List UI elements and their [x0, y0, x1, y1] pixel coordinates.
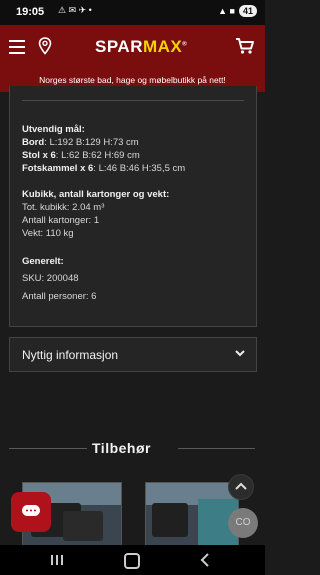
logo-trademark: ® [182, 41, 188, 48]
spec-weight: Vekt: 110 kg [22, 228, 74, 239]
scroll-to-top-button[interactable] [228, 474, 254, 500]
spec-volume: Tot. kubikk: 2.04 m³ [22, 202, 105, 213]
heading-line-right [178, 448, 255, 449]
recent-apps-icon[interactable] [51, 555, 65, 565]
spec-row-table: Bord: L:192 B:129 H:73 cm [22, 137, 139, 148]
chevron-down-icon [235, 350, 245, 357]
home-icon[interactable] [124, 553, 140, 569]
spec-row-footstool: Fotskammel x 6: L:46 B:46 H:35,5 cm [22, 163, 186, 174]
section-title-general: Generelt: [22, 256, 64, 267]
battery-badge: 41 [238, 5, 257, 17]
status-right: ▲ ■ 41 [218, 5, 257, 17]
back-icon[interactable] [200, 552, 210, 568]
site-header: SPARMAX® [0, 25, 265, 69]
accessories-heading: Tilbehør [92, 440, 151, 456]
section-title-volume: Kubikk, antall kartonger og vekt: [22, 189, 170, 200]
status-bar: 19:05 ⚠ ✉ ✈ • ▲ ■ 41 [0, 0, 265, 25]
chevron-up-icon [235, 482, 247, 490]
spec-persons: Antall personer: 6 [22, 291, 97, 302]
location-pin-icon[interactable] [38, 37, 52, 55]
logo-part-spar: SPAR [95, 37, 143, 56]
spec-sku: SKU: 200048 [22, 273, 79, 284]
system-nav-bar [0, 545, 265, 575]
accessory-thumbnail[interactable] [145, 482, 239, 546]
spec-cartons: Antall kartonger: 1 [22, 215, 100, 226]
spec-row-chair: Stol x 6: L:62 B:62 H:69 cm [22, 150, 140, 161]
heading-line-left [9, 448, 87, 449]
nyttig-informasjon-accordion[interactable]: Nyttig informasjon [9, 337, 257, 372]
signal-icons: ▲ ■ [218, 6, 235, 16]
sparmax-logo[interactable]: SPARMAX® [95, 37, 187, 57]
chat-button[interactable] [11, 492, 51, 532]
status-time: 19:05 [16, 6, 45, 18]
section-title-dimensions: Utvendig mål: [22, 124, 85, 135]
status-notification-icons: ⚠ ✉ ✈ • [58, 5, 92, 15]
logo-part-max: MAX [142, 37, 183, 56]
cart-icon[interactable] [235, 37, 255, 55]
menu-icon[interactable] [9, 40, 25, 54]
divider [22, 100, 244, 101]
accordion-label: Nyttig informasjon [22, 348, 119, 362]
co-widget-button[interactable]: CO [228, 508, 258, 538]
